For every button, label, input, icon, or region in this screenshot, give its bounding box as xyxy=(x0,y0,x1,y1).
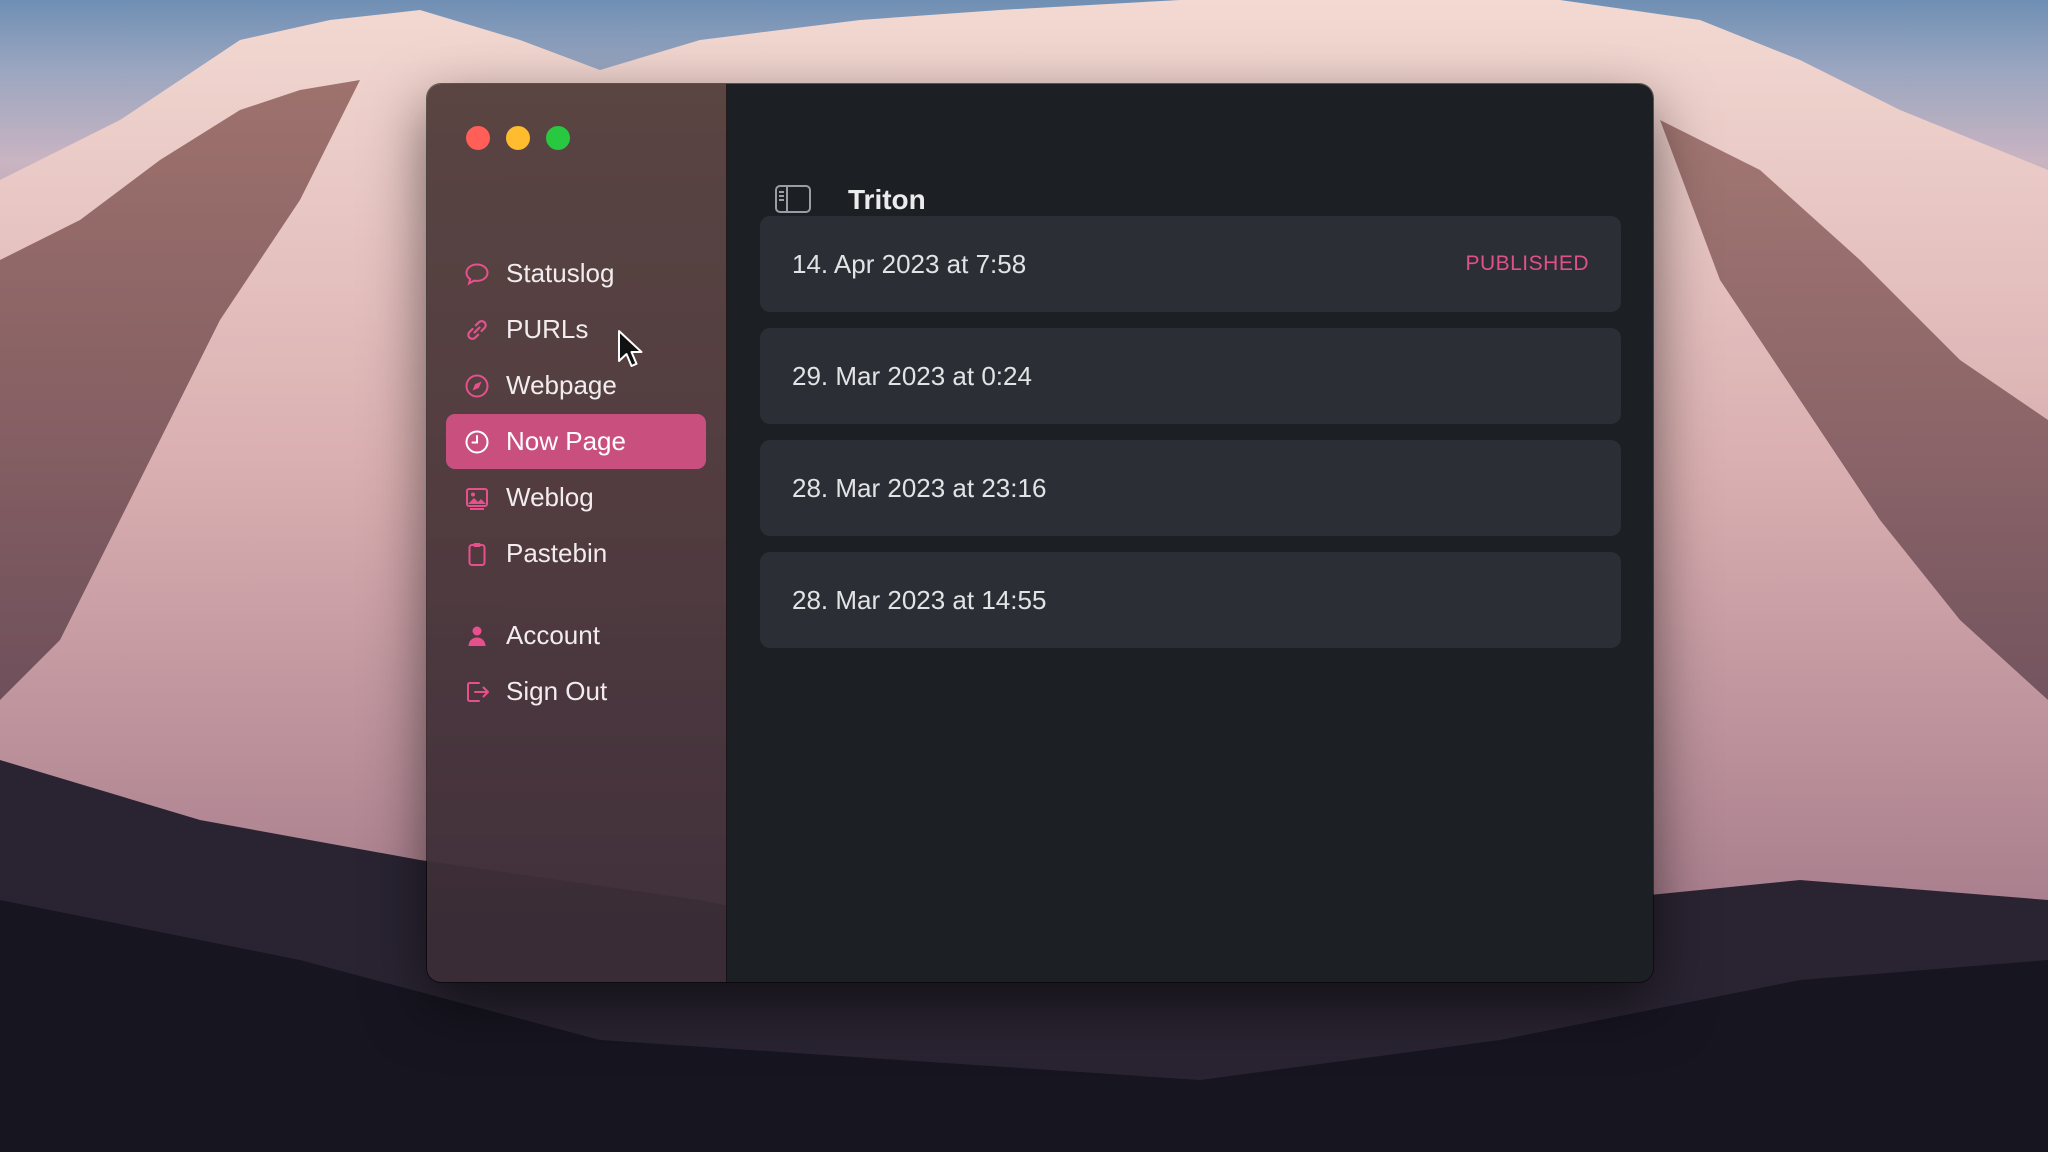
clipboard-icon xyxy=(463,540,491,568)
sidebar-item-label: Weblog xyxy=(506,482,594,512)
entry-date: 28. Mar 2023 at 14:55 xyxy=(792,584,1047,615)
close-window-button[interactable] xyxy=(466,126,490,150)
window-controls xyxy=(466,126,570,150)
sidebar-toggle-icon[interactable] xyxy=(773,179,813,219)
app-window: Statuslog PURLs Webpage Now Page Weblog … xyxy=(427,84,1653,982)
sidebar: Statuslog PURLs Webpage Now Page Weblog … xyxy=(427,84,727,982)
sidebar-item-account[interactable]: Account xyxy=(446,608,706,663)
sidebar-item-now-page[interactable]: Now Page xyxy=(446,414,706,469)
sidebar-item-label: Account xyxy=(506,620,600,650)
sidebar-item-label: PURLs xyxy=(506,314,589,344)
sidebar-item-weblog[interactable]: Weblog xyxy=(446,470,706,525)
mouse-pointer-icon xyxy=(618,330,643,367)
list-item[interactable]: 28. Mar 2023 at 14:55 xyxy=(760,552,1621,648)
page-title: Triton xyxy=(848,184,926,215)
sidebar-item-label: Pastebin xyxy=(506,538,608,568)
sidebar-item-label: Statuslog xyxy=(506,258,615,288)
sidebar-item-purls[interactable]: PURLs xyxy=(446,302,706,357)
person-icon xyxy=(463,622,491,650)
list-item[interactable]: 28. Mar 2023 at 23:16 xyxy=(760,440,1621,536)
list-item[interactable]: 14. Apr 2023 at 7:58 PUBLISHED xyxy=(760,216,1621,312)
speech-bubble-icon xyxy=(463,260,491,288)
link-icon xyxy=(463,316,491,344)
clock-icon xyxy=(463,428,491,456)
status-badge: PUBLISHED xyxy=(1465,252,1589,275)
zoom-window-button[interactable] xyxy=(546,126,570,150)
entry-date: 28. Mar 2023 at 23:16 xyxy=(792,472,1047,503)
main-content: Triton 14. Apr 2023 at 7:58 PUBLISHED 29… xyxy=(727,84,1653,982)
list-item[interactable]: 29. Mar 2023 at 0:24 xyxy=(760,328,1621,424)
sidebar-item-label: Now Page xyxy=(506,426,626,456)
sidebar-item-label: Webpage xyxy=(506,370,617,400)
entry-date: 14. Apr 2023 at 7:58 xyxy=(792,248,1027,279)
sidebar-item-pastebin[interactable]: Pastebin xyxy=(446,526,706,581)
sidebar-item-sign-out[interactable]: Sign Out xyxy=(446,664,706,719)
sidebar-item-label: Sign Out xyxy=(506,676,608,706)
sidebar-item-webpage[interactable]: Webpage xyxy=(446,358,706,413)
entry-date: 29. Mar 2023 at 0:24 xyxy=(792,360,1032,391)
sign-out-icon xyxy=(463,678,491,706)
sidebar-item-statuslog[interactable]: Statuslog xyxy=(446,246,706,301)
minimize-window-button[interactable] xyxy=(506,126,530,150)
photo-icon xyxy=(463,484,491,512)
compass-icon xyxy=(463,372,491,400)
